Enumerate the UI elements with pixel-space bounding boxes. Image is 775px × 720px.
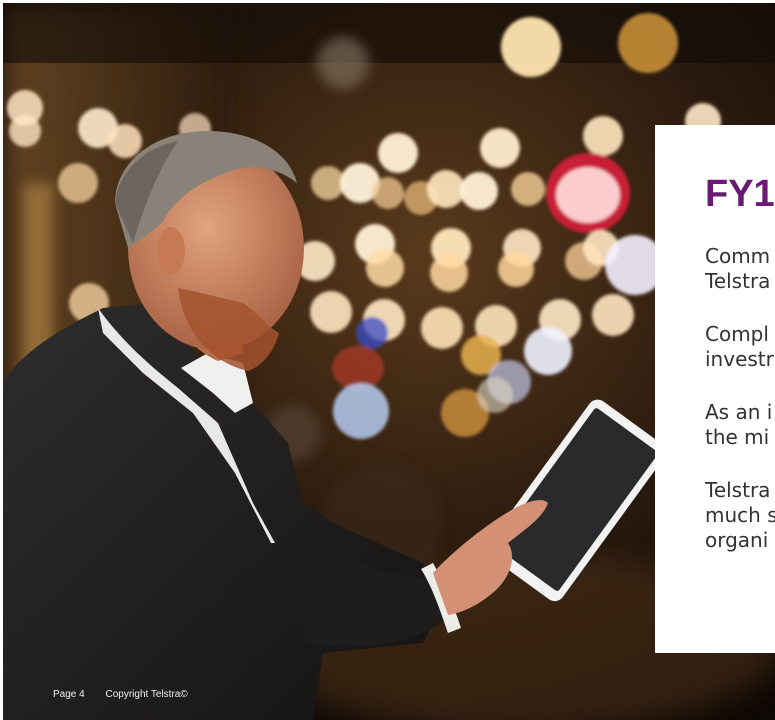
paragraph-line: much s <box>705 503 775 527</box>
paragraph-3: As an i the mi <box>705 400 775 450</box>
slide: FY1 Comm Telstra Compl investr As an i the … <box>3 3 775 720</box>
paragraph-4: Telstra much s organi <box>705 478 775 553</box>
paragraph-line: the mi <box>705 425 770 449</box>
content-card: FY1 Comm Telstra Compl investr As an i the … <box>655 125 775 653</box>
card-title: FY1 <box>705 173 775 215</box>
paragraph-line: Telstra <box>705 269 771 293</box>
paragraph-line: organi <box>705 528 769 552</box>
paragraph-line: Comm <box>705 244 771 268</box>
paragraph-2: Compl investr <box>705 322 775 372</box>
footer: Page 4 Copyright Telstra© <box>53 689 206 700</box>
paragraph-line: investr <box>705 347 774 371</box>
page-number: Page 4 <box>53 689 85 700</box>
paragraph-line: Compl <box>705 322 769 346</box>
copyright-text: Copyright Telstra© <box>105 689 188 700</box>
paragraph-1: Comm Telstra <box>705 244 775 294</box>
paragraph-line: Telstra <box>705 478 771 502</box>
paragraph-line: As an i <box>705 400 773 424</box>
